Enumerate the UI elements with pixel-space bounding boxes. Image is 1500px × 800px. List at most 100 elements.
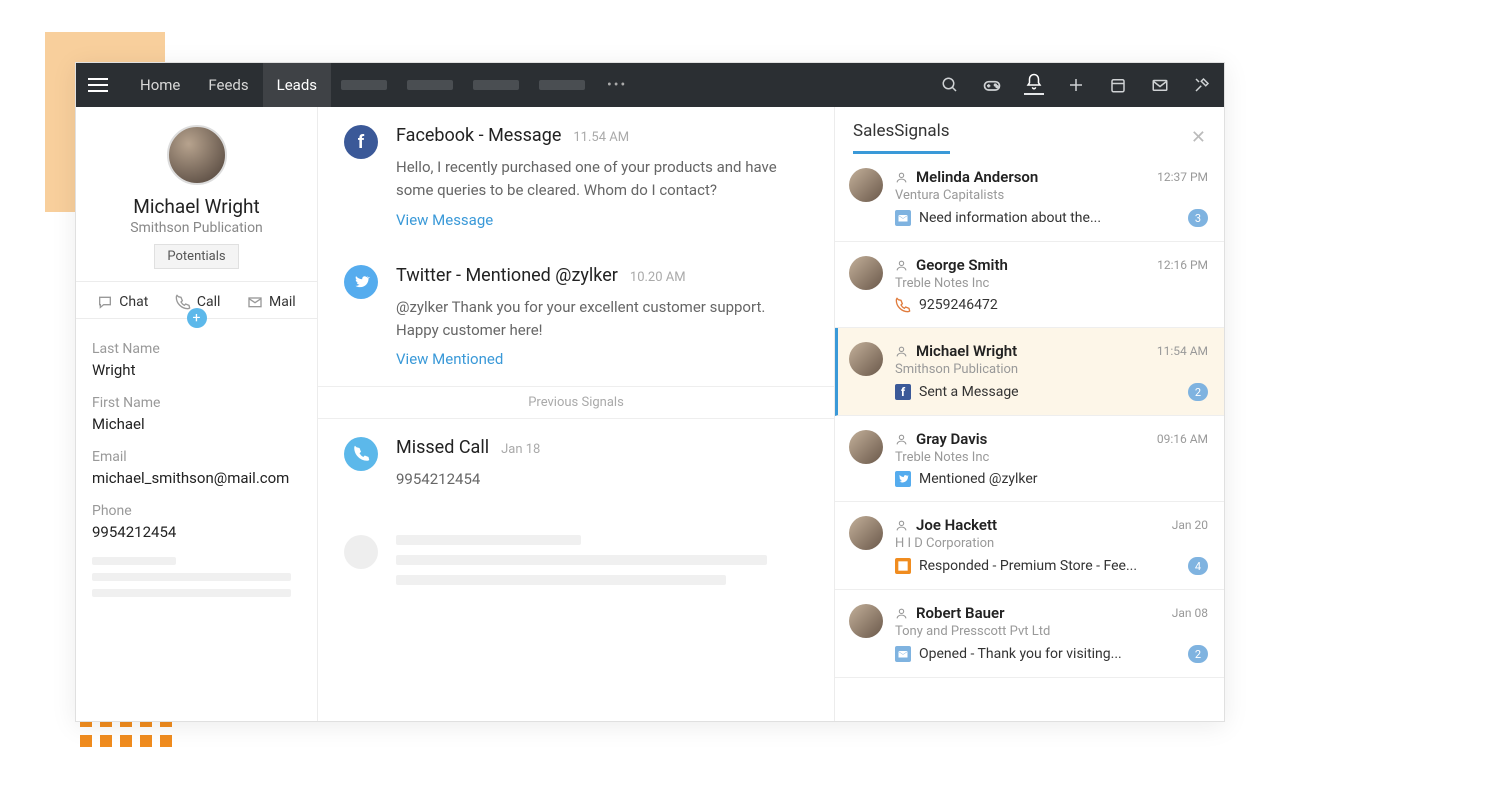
signals-list: Melinda Anderson12:37 PMVentura Capitali… [835, 154, 1224, 721]
signal-badge: 3 [1188, 209, 1208, 227]
signal-avatar [849, 430, 883, 464]
tools-icon[interactable] [1192, 75, 1212, 95]
nav-feeds[interactable]: Feeds [194, 63, 262, 107]
gamepad-icon[interactable] [982, 75, 1002, 95]
signal-item[interactable]: Gray Davis09:16 AMTreble Notes IncMentio… [835, 416, 1224, 502]
call-label: Call [197, 294, 221, 310]
facebook-icon: f [344, 125, 378, 159]
signal-name: Michael Wright [916, 342, 1017, 360]
signal-item[interactable]: Robert BauerJan 08Tony and Presscott Pvt… [835, 590, 1224, 678]
nav-placeholder [473, 80, 519, 90]
feed-title: Facebook - Message [396, 125, 561, 146]
feed-body-text: 9954212454 [396, 468, 808, 491]
search-icon[interactable] [940, 75, 960, 95]
twitter-icon [344, 265, 378, 299]
signal-action-text: Responded - Premium Store - Fee... [919, 558, 1137, 574]
field-label: Phone [92, 503, 301, 519]
signal-action-text: Sent a Message [919, 384, 1019, 400]
signals-header: SalesSignals ✕ [835, 107, 1224, 154]
field-value: michael_smithson@mail.com [92, 469, 301, 487]
signal-avatar [849, 256, 883, 290]
chat-button[interactable]: Chat [97, 294, 148, 310]
signal-name: George Smith [916, 256, 1008, 274]
mail-button[interactable]: Mail [247, 294, 296, 310]
placeholder-line [396, 535, 581, 545]
feed-title: Twitter - Mentioned @zylker [396, 265, 618, 286]
mail-icon [895, 646, 911, 662]
lead-company: Smithson Publication [88, 220, 305, 236]
signal-item[interactable]: Michael Wright11:54 AMSmithson Publicati… [835, 328, 1224, 416]
signal-action-text: Opened - Thank you for visiting... [919, 646, 1122, 662]
signal-item[interactable]: Melinda Anderson12:37 PMVentura Capitali… [835, 154, 1224, 242]
calendar-icon[interactable] [1108, 75, 1128, 95]
field-label: Last Name [92, 341, 301, 357]
lead-avatar [167, 125, 227, 185]
signal-avatar [849, 516, 883, 550]
chat-label: Chat [119, 294, 148, 310]
menu-icon[interactable] [88, 78, 108, 92]
signal-action: 9259246472 [895, 297, 1208, 313]
signal-item[interactable]: Joe HackettJan 20H I D CorporationRespon… [835, 502, 1224, 590]
view-mentioned-link[interactable]: View Mentioned [396, 350, 808, 368]
signal-badge: 2 [1188, 645, 1208, 663]
nav-home[interactable]: Home [126, 63, 194, 107]
person-icon [895, 607, 908, 620]
signal-time: 12:16 PM [1157, 258, 1208, 272]
signal-avatar [849, 168, 883, 202]
field-label: First Name [92, 395, 301, 411]
profile-pane: Michael Wright Smithson Publication Pote… [76, 107, 318, 721]
placeholder-icon [344, 535, 378, 569]
signal-action: f Sent a Message 2 [895, 383, 1208, 401]
field-lastname: Last Name Wright [92, 341, 301, 379]
signal-time: 09:16 AM [1157, 432, 1208, 446]
field-value: 9954212454 [92, 523, 301, 541]
close-icon[interactable]: ✕ [1191, 127, 1206, 148]
field-value: Michael [92, 415, 301, 433]
feed-pane: f Facebook - Message 11.54 AM Hello, I r… [318, 107, 834, 721]
lead-details: Last Name Wright First Name Michael Emai… [76, 319, 317, 617]
tw-icon [895, 471, 911, 487]
contact-actions: Chat Call Mail + [76, 282, 317, 319]
placeholder-line [396, 575, 726, 585]
add-action-button[interactable]: + [187, 308, 207, 328]
signal-time: Jan 08 [1172, 606, 1208, 620]
bell-icon[interactable] [1024, 75, 1044, 95]
signal-action: Need information about the...3 [895, 209, 1208, 227]
feed-body-text: @zylker Thank you for your excellent cus… [396, 296, 808, 343]
signals-pane: SalesSignals ✕ Melinda Anderson12:37 PMV… [834, 107, 1224, 721]
signal-badge: 2 [1188, 383, 1208, 401]
field-value: Wright [92, 361, 301, 379]
plus-icon[interactable] [1066, 75, 1086, 95]
signal-action-text: 9259246472 [919, 297, 998, 313]
mail-icon[interactable] [1150, 75, 1170, 95]
feed-item-twitter: Twitter - Mentioned @zylker 10.20 AM @zy… [318, 247, 834, 387]
signal-name: Melinda Anderson [916, 168, 1038, 186]
feed-time: 10.20 AM [630, 270, 686, 285]
topbar: Home Feeds Leads ••• [76, 63, 1224, 107]
nav-leads[interactable]: Leads [263, 63, 331, 107]
app-window: Home Feeds Leads ••• Michael Wright Smit… [75, 62, 1225, 722]
signal-action-text: Mentioned @zylker [919, 471, 1038, 487]
feed-item-placeholder [318, 517, 834, 613]
fb-icon: f [895, 384, 911, 400]
signal-company: Treble Notes Inc [895, 276, 1208, 291]
nav-more-icon[interactable]: ••• [607, 77, 627, 93]
signal-name: Joe Hackett [916, 516, 997, 534]
placeholder-line [92, 589, 291, 597]
view-message-link[interactable]: View Message [396, 211, 808, 229]
signal-company: Smithson Publication [895, 362, 1208, 377]
feed-item-missed-call: Missed Call Jan 18 9954212454 [318, 419, 834, 517]
signals-title: SalesSignals [853, 121, 950, 154]
lead-name: Michael Wright [88, 195, 305, 218]
signal-item[interactable]: George Smith 12:16 PM Treble Notes Inc 9259… [835, 242, 1224, 328]
person-icon [895, 519, 908, 532]
signal-company: H I D Corporation [895, 536, 1208, 551]
signal-name: Robert Bauer [916, 604, 1004, 622]
person-icon [895, 259, 908, 272]
potentials-badge[interactable]: Potentials [154, 244, 238, 269]
person-icon [895, 345, 908, 358]
topbar-right [940, 75, 1212, 95]
mail-label: Mail [269, 294, 296, 310]
mail-icon [247, 294, 263, 310]
person-icon [895, 171, 908, 184]
